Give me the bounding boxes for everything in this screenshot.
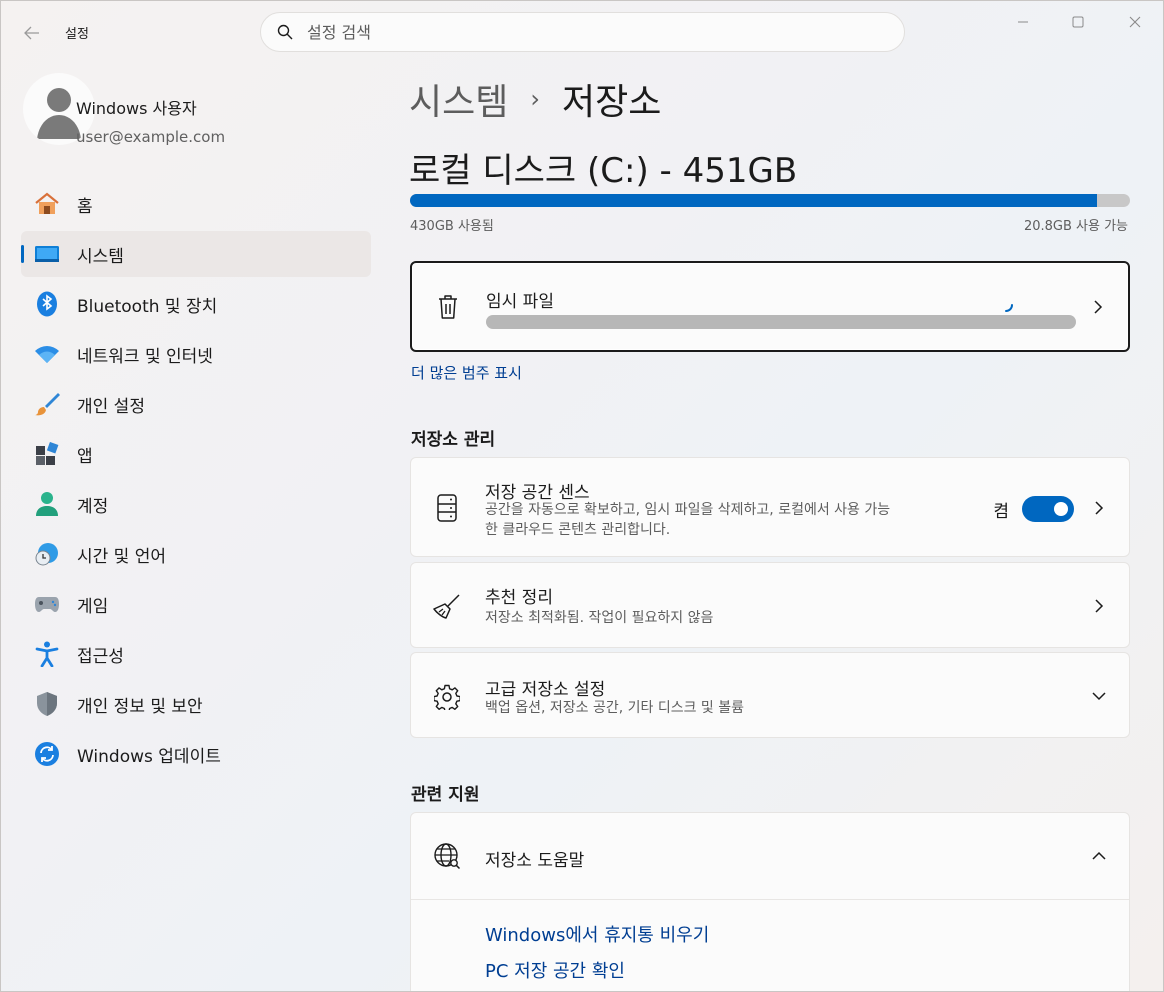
chevron-down-icon xyxy=(1089,686,1109,706)
minimize-button[interactable] xyxy=(995,9,1051,35)
sidebar-item-home[interactable]: 홈 xyxy=(21,181,371,227)
temp-files-title: 임시 파일 xyxy=(486,292,554,312)
disk-usage-bar xyxy=(410,194,1130,207)
sidebar-item-system[interactable]: 시스템 xyxy=(21,231,371,277)
storage-sense-description-line1: 공간을 자동으로 확보하고, 임시 파일을 삭제하고, 로컬에서 사용 가능 xyxy=(485,502,891,518)
breadcrumb-parent[interactable]: 시스템 xyxy=(409,73,508,125)
sidebar-item-label: 계정 xyxy=(77,496,109,517)
divider xyxy=(411,899,1129,900)
sidebar-item-label: 개인 정보 및 보안 xyxy=(77,696,203,717)
storage-help-card: 저장소 도움말 Windows에서 휴지통 비우기 PC 저장 공간 확인 xyxy=(410,812,1130,991)
chevron-up-icon[interactable] xyxy=(1089,846,1109,866)
account-icon xyxy=(34,491,60,517)
system-icon xyxy=(34,241,60,267)
storage-sense-icon xyxy=(433,494,461,522)
app-title: 설정 xyxy=(65,27,89,42)
title-bar: 설정 xyxy=(1,1,1163,63)
sidebar-item-label: 게임 xyxy=(77,596,109,617)
search-input[interactable] xyxy=(307,22,867,42)
cleanup-title: 추천 정리 xyxy=(485,588,553,608)
storage-sense-toggle-label: 켬 xyxy=(993,502,1009,522)
sidebar-item-personalization[interactable]: 개인 설정 xyxy=(21,381,371,427)
close-icon xyxy=(1129,16,1141,28)
cleanup-recommendations-card[interactable]: 추천 정리 저장소 최적화됨. 작업이 필요하지 않음 xyxy=(410,562,1130,648)
sidebar-item-accessibility[interactable]: 접근성 xyxy=(21,631,371,677)
show-more-categories-link[interactable]: 더 많은 범주 표시 xyxy=(411,362,522,383)
search-icon xyxy=(277,24,293,40)
cleanup-description: 저장소 최적화됨. 작업이 필요하지 않음 xyxy=(485,610,714,626)
sidebar-item-label: Windows 업데이트 xyxy=(77,746,221,767)
check-pc-storage-link[interactable]: PC 저장 공간 확인 xyxy=(485,957,625,983)
maximize-icon xyxy=(1072,16,1084,28)
chevron-right-icon xyxy=(1089,596,1109,616)
bluetooth-icon xyxy=(34,291,60,317)
home-icon xyxy=(34,191,60,217)
advanced-storage-description: 백업 옵션, 저장소 공간, 기타 디스크 및 볼륨 xyxy=(485,700,745,716)
sidebar-item-label: 앱 xyxy=(77,446,93,467)
accessibility-icon xyxy=(34,641,60,667)
storage-help-title[interactable]: 저장소 도움말 xyxy=(485,846,584,871)
sidebar-item-label: 접근성 xyxy=(77,646,124,667)
sidebar-item-label: 홈 xyxy=(77,196,93,217)
chevron-right-icon xyxy=(1088,297,1108,317)
user-profile[interactable]: Windows 사용자 user@example.com xyxy=(23,73,353,149)
globe-icon xyxy=(433,842,461,870)
page-title: 저장소 xyxy=(561,82,662,123)
storage-sense-description-line2: 한 클라우드 콘텐츠 관리합니다. xyxy=(485,522,671,538)
minimize-icon xyxy=(1018,21,1028,23)
apps-icon xyxy=(34,441,60,467)
chevron-right-icon xyxy=(1089,498,1109,518)
sidebar-item-bluetooth[interactable]: Bluetooth 및 장치 xyxy=(21,281,371,327)
maximize-button[interactable] xyxy=(1050,9,1106,35)
profile-name: Windows 사용자 xyxy=(76,99,197,118)
advanced-storage-title: 고급 저장소 설정 xyxy=(485,680,606,700)
related-support-heading: 관련 지원 xyxy=(411,785,480,805)
temp-files-progress-bar xyxy=(486,315,1076,329)
breadcrumb: 시스템 › 저장소 xyxy=(409,73,661,125)
profile-email: user@example.com xyxy=(76,128,226,146)
brush-icon xyxy=(34,391,60,417)
temp-files-progress-fill xyxy=(486,315,1076,329)
disk-title: 로컬 디스크 (C:) - 451GB xyxy=(409,151,798,191)
shield-icon xyxy=(34,691,60,717)
wifi-icon xyxy=(34,341,60,367)
sidebar-item-label: 시스템 xyxy=(77,246,124,267)
trash-icon xyxy=(434,293,462,321)
sidebar-item-time-language[interactable]: 시간 및 언어 xyxy=(21,531,371,577)
storage-sense-toggle[interactable] xyxy=(1022,496,1074,522)
advanced-storage-settings-card[interactable]: 고급 저장소 설정 백업 옵션, 저장소 공간, 기타 디스크 및 볼륨 xyxy=(410,652,1130,738)
temp-files-card[interactable]: 임시 파일 xyxy=(410,261,1130,352)
sidebar-nav: 홈 시스템 Bluetooth 및 장치 네트워크 및 인터넷 개인 설정 앱 … xyxy=(21,181,371,781)
disk-usage-fill xyxy=(410,194,1097,207)
toggle-knob xyxy=(1054,502,1068,516)
sidebar-item-label: 네트워크 및 인터넷 xyxy=(77,346,213,367)
back-button[interactable] xyxy=(19,21,45,45)
sidebar-item-network[interactable]: 네트워크 및 인터넷 xyxy=(21,331,371,377)
update-icon xyxy=(34,741,60,767)
disk-free-label: 20.8GB 사용 가능 xyxy=(1023,219,1128,234)
empty-recycle-bin-link[interactable]: Windows에서 휴지통 비우기 xyxy=(485,921,709,947)
loading-spinner-icon xyxy=(1005,304,1013,312)
breadcrumb-separator: › xyxy=(530,85,540,113)
sidebar-item-gaming[interactable]: 게임 xyxy=(21,581,371,627)
search-box[interactable] xyxy=(260,12,905,52)
time-language-icon xyxy=(34,541,60,567)
sidebar-item-label: 시간 및 언어 xyxy=(77,546,167,567)
sidebar-item-label: Bluetooth 및 장치 xyxy=(77,296,218,317)
gear-icon xyxy=(433,683,461,711)
storage-sense-card[interactable]: 저장 공간 센스 공간을 자동으로 확보하고, 임시 파일을 삭제하고, 로컬에… xyxy=(410,457,1130,557)
sidebar-item-label: 개인 설정 xyxy=(77,396,145,417)
sidebar-item-privacy[interactable]: 개인 정보 및 보안 xyxy=(21,681,371,727)
storage-management-heading: 저장소 관리 xyxy=(411,430,496,450)
close-button[interactable] xyxy=(1107,9,1163,35)
sidebar-item-windows-update[interactable]: Windows 업데이트 xyxy=(21,731,371,777)
back-arrow-icon xyxy=(24,26,39,40)
broom-icon xyxy=(433,593,461,621)
sidebar-item-apps[interactable]: 앱 xyxy=(21,431,371,477)
gamepad-icon xyxy=(34,591,60,617)
disk-used-label: 430GB 사용됨 xyxy=(410,219,494,234)
sidebar-item-accounts[interactable]: 계정 xyxy=(21,481,371,527)
settings-window: 설정 Windows 사용자 user@example.com xyxy=(0,0,1164,992)
